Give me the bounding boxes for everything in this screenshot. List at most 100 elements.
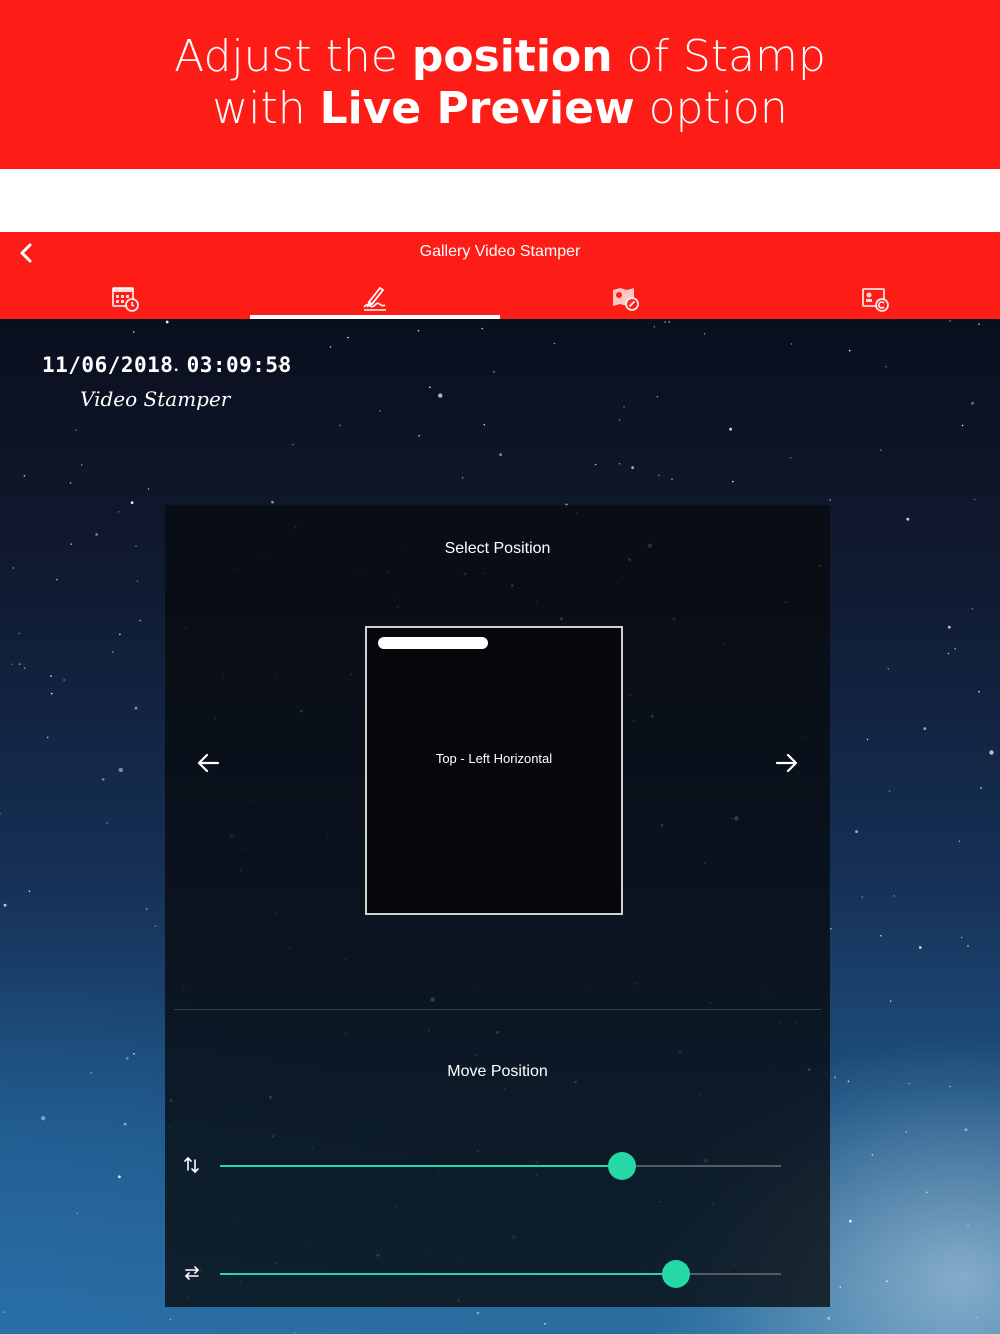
slider-track[interactable] <box>220 1152 781 1180</box>
star <box>417 329 420 332</box>
star <box>960 936 963 939</box>
star <box>23 667 26 669</box>
star <box>618 419 621 421</box>
star <box>978 690 980 693</box>
star <box>70 543 72 545</box>
tab-date-time[interactable] <box>0 276 250 319</box>
stamp-placeholder-bar <box>378 637 488 649</box>
star <box>106 822 108 824</box>
star <box>949 320 951 322</box>
star <box>493 371 495 373</box>
star <box>871 1154 874 1156</box>
horizontal-arrows-icon <box>184 1266 200 1280</box>
star <box>28 890 31 892</box>
star <box>339 424 341 427</box>
star <box>967 945 969 947</box>
star <box>111 651 114 653</box>
star <box>23 475 26 477</box>
star <box>50 675 52 677</box>
star <box>790 343 793 345</box>
star <box>90 1072 92 1074</box>
star <box>75 429 77 431</box>
slider-thumb[interactable] <box>661 1260 690 1288</box>
star <box>119 633 121 636</box>
stamp-text: Video Stamper <box>80 387 231 411</box>
live-preview: 11/06/2018 03:09:58 Video Stamper Select… <box>0 319 1000 1334</box>
star <box>827 1316 831 1320</box>
star <box>80 464 83 466</box>
star <box>293 1331 296 1334</box>
arrow-left-icon <box>197 753 220 773</box>
slider-thumb[interactable] <box>607 1152 636 1180</box>
star <box>147 488 150 490</box>
star <box>3 903 7 907</box>
tab-custom-text[interactable] <box>750 276 1000 319</box>
slider-track[interactable] <box>220 1260 781 1288</box>
promo-line-1: Adjust the position of Stamp <box>174 31 826 82</box>
next-position-button[interactable] <box>772 749 800 777</box>
star <box>2 1311 5 1313</box>
promo-line-2: with Live Preview option <box>212 83 788 134</box>
star <box>10 663 13 666</box>
star <box>118 1175 121 1179</box>
app-title: Gallery Video Stamper <box>419 243 581 260</box>
star <box>56 578 58 581</box>
star <box>653 326 656 328</box>
select-position-title: Select Position <box>444 540 551 557</box>
promo-banner: Adjust the position of Stamp with Live P… <box>0 0 1000 169</box>
star <box>829 499 831 501</box>
move-position-title: Move Position <box>447 1063 548 1080</box>
star <box>664 321 666 323</box>
tab-signature[interactable] <box>250 276 500 319</box>
star <box>123 1122 127 1126</box>
star <box>476 1311 480 1315</box>
vertical-position-slider[interactable] <box>165 1146 830 1186</box>
star <box>594 463 597 466</box>
star <box>908 1082 910 1085</box>
star <box>429 386 431 388</box>
star <box>961 424 964 427</box>
star <box>954 648 956 650</box>
star <box>980 787 982 789</box>
stamp-datetime: 11/06/2018 03:09:58 <box>42 353 292 377</box>
star <box>271 500 274 504</box>
star <box>918 946 922 949</box>
star <box>12 567 15 569</box>
star <box>136 580 139 582</box>
star <box>967 1225 969 1227</box>
star <box>703 333 706 335</box>
star <box>789 456 792 459</box>
star <box>46 736 49 739</box>
status-bar-area <box>0 169 1000 232</box>
star <box>958 840 961 842</box>
star <box>849 1219 852 1223</box>
star <box>18 632 21 635</box>
star <box>165 320 169 324</box>
star <box>830 928 832 930</box>
slider-fill <box>220 1165 622 1167</box>
star <box>880 935 882 937</box>
star <box>379 410 382 412</box>
arrow-right-icon <box>775 753 798 773</box>
star <box>989 750 994 755</box>
position-label: Top - Left Horizontal <box>435 751 553 766</box>
star <box>483 423 486 426</box>
calendar-clock-icon <box>112 286 139 312</box>
star <box>880 449 882 451</box>
star <box>949 1085 951 1088</box>
star <box>18 663 21 665</box>
vertical-arrows-icon <box>184 1156 199 1174</box>
star <box>145 908 148 910</box>
star <box>893 895 895 897</box>
star <box>834 1076 836 1079</box>
horizontal-position-slider[interactable] <box>165 1254 830 1294</box>
star <box>668 321 670 323</box>
star <box>329 346 332 348</box>
star <box>926 1191 928 1194</box>
position-preview[interactable]: Top - Left Horizontal <box>365 626 623 915</box>
star <box>847 1080 850 1083</box>
tab-location[interactable] <box>500 276 750 319</box>
star <box>438 393 443 398</box>
star <box>95 533 99 536</box>
previous-position-button[interactable] <box>195 749 223 777</box>
